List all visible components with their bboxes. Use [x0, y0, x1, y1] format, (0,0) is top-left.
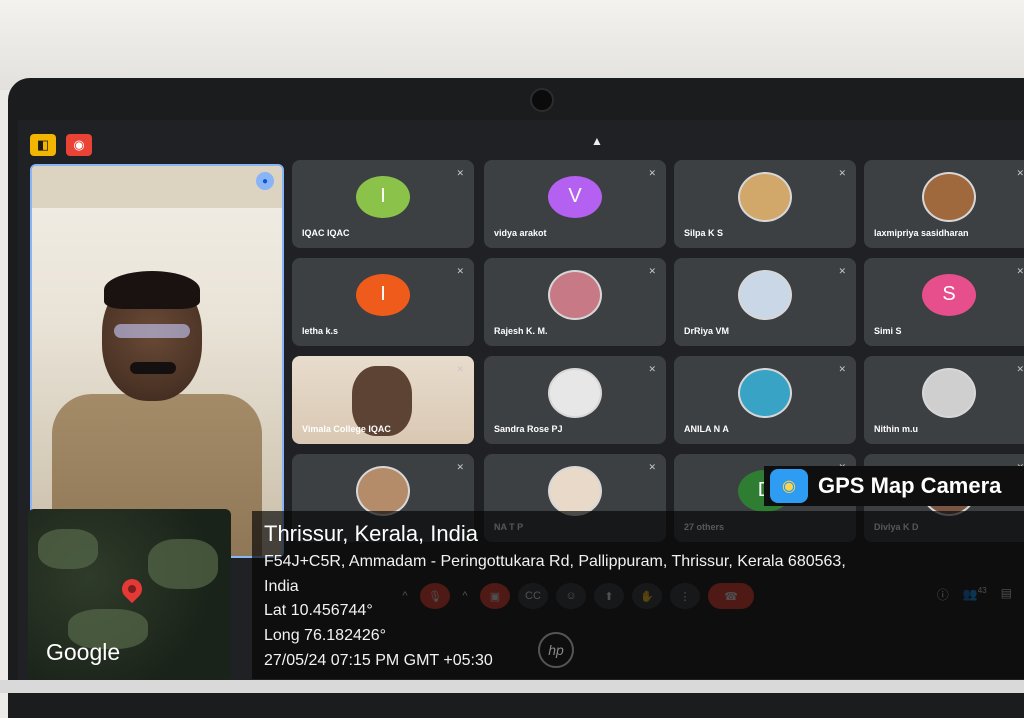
hp-logo: hp [538, 632, 574, 668]
participant-tile[interactable]: ✕ Sandra Rose PJ [484, 356, 666, 444]
hair [104, 271, 200, 309]
mustache [130, 362, 176, 374]
ceiling [32, 166, 282, 208]
camera-off-icon[interactable]: ◧ [30, 134, 56, 156]
mic-muted-icon: ✕ [456, 266, 464, 276]
mic-muted-icon: ✕ [456, 462, 464, 472]
google-label: Google [46, 639, 121, 665]
participant-name: Vimala College IQAC [302, 424, 391, 434]
address-line1: F54J+C5R, Ammadam - Peringottukara Rd, P… [264, 553, 846, 570]
main-speaker-tile[interactable]: ● [30, 164, 284, 558]
participant-avatar [738, 367, 792, 418]
longitude: Long 76.182426° [264, 627, 387, 644]
participant-name: DrRiya VM [684, 326, 730, 336]
participant-tile[interactable]: ✕ I IQAC IQAC [292, 160, 474, 248]
participant-initial: S [922, 273, 976, 316]
mic-muted-icon: ✕ [456, 364, 464, 374]
participant-avatar [922, 367, 976, 418]
glasses [114, 324, 190, 338]
participant-tile[interactable]: ✕ laxmipriya sasidharan [864, 160, 1024, 248]
speaking-indicator-icon: ● [256, 172, 274, 190]
address-line2: India [264, 578, 299, 595]
gps-camera-icon: ◉ [770, 469, 808, 503]
participant-name: letha k.s [302, 326, 339, 336]
participant-initial: I [356, 175, 410, 218]
background-wall [0, 0, 1024, 90]
latitude: Lat 10.456744° [264, 602, 373, 619]
mic-muted-icon: ✕ [838, 168, 846, 178]
participant-tile[interactable]: ✕ DrRiya VM [674, 258, 856, 346]
mic-muted-icon: ✕ [838, 266, 846, 276]
participant-name: ANILA N A [684, 424, 729, 434]
map-pin-icon [117, 574, 147, 604]
record-icon[interactable]: ◉ [66, 134, 92, 156]
satellite-map: Google [28, 509, 231, 680]
mic-muted-icon: ✕ [648, 266, 656, 276]
mouse-cursor-icon: ▲ [591, 134, 603, 148]
mic-muted-icon: ✕ [456, 168, 464, 178]
webcam [530, 88, 554, 112]
participant-tile[interactable]: ✕ S Simi S [864, 258, 1024, 346]
participant-tile[interactable]: ✕ Vimala College IQAC [292, 356, 474, 444]
participant-avatar [548, 465, 602, 516]
participant-name: Silpa K S [684, 228, 724, 238]
participant-avatar [738, 269, 792, 320]
participant-name: IQAC IQAC [302, 228, 350, 238]
participant-name: Simi S [874, 326, 902, 336]
participant-name: Nithin m.u [874, 424, 918, 434]
participant-tile[interactable]: ✕ Rajesh K. M. [484, 258, 666, 346]
participant-tile[interactable]: ✕ Iletha k.s [292, 258, 474, 346]
mic-muted-icon: ✕ [1016, 266, 1024, 276]
participant-avatar [548, 367, 602, 418]
participant-initial: I [356, 273, 410, 316]
mic-muted-icon: ✕ [648, 462, 656, 472]
participant-avatar [738, 171, 792, 222]
mic-muted-icon: ✕ [648, 364, 656, 374]
participant-tile[interactable]: ✕ Nithin m.u [864, 356, 1024, 444]
participant-avatar [548, 269, 602, 320]
mic-muted-icon: ✕ [1016, 168, 1024, 178]
participant-name: Sandra Rose PJ [494, 424, 563, 434]
participant-avatar [922, 171, 976, 222]
participant-tile[interactable]: ✕ ANILA N A [674, 356, 856, 444]
participant-avatar [356, 465, 410, 516]
map-patch [148, 539, 218, 589]
map-patch [38, 529, 98, 569]
participant-name: Rajesh K. M. [494, 326, 548, 336]
mic-muted-icon: ✕ [838, 364, 846, 374]
participant-tile[interactable]: ✕ Vvidya arakot [484, 160, 666, 248]
location-title: Thrissur, Kerala, India [264, 521, 478, 546]
mic-muted-icon: ✕ [648, 168, 656, 178]
participant-tile[interactable]: ✕ Silpa K S [674, 160, 856, 248]
participant-initial: V [548, 175, 602, 218]
participant-name: vidya arakot [494, 228, 547, 238]
datetime: 27/05/24 07:15 PM GMT +05:30 [264, 652, 493, 669]
mic-muted-icon: ✕ [1016, 364, 1024, 374]
participant-name: laxmipriya sasidharan [874, 228, 969, 238]
gps-map-camera-watermark: ◉ GPS Map Camera [764, 466, 1024, 506]
keyboard-deck [0, 680, 1024, 693]
gps-camera-label: GPS Map Camera [818, 473, 1002, 498]
